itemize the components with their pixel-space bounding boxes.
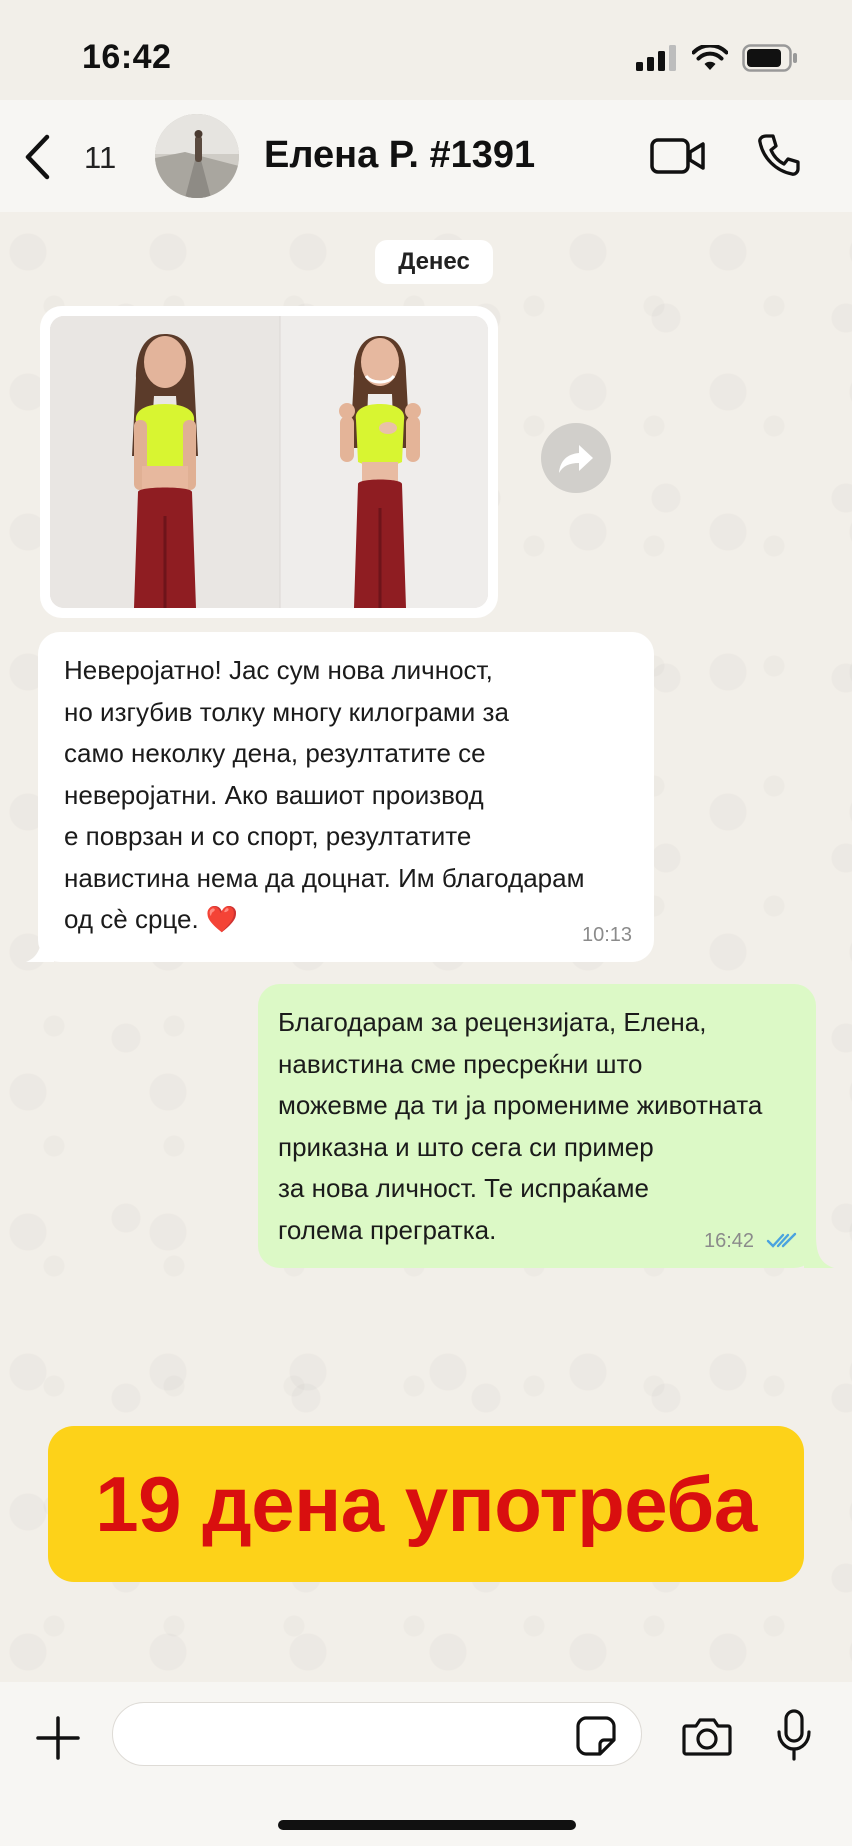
unread-count[interactable]: 11: [84, 140, 116, 176]
back-chevron-icon[interactable]: [22, 134, 52, 180]
usage-banner: 19 дена употреба: [48, 1426, 804, 1582]
image-message[interactable]: [40, 306, 498, 618]
message-input[interactable]: [112, 1702, 642, 1766]
outgoing-message[interactable]: Благодарам за рецензијата, Елена, навист…: [258, 984, 816, 1268]
wifi-icon: [692, 45, 728, 70]
status-icons: [636, 44, 798, 72]
forward-button[interactable]: [541, 423, 611, 493]
home-indicator: [278, 1820, 576, 1830]
read-receipt-icon: [766, 1232, 797, 1248]
forward-arrow-icon: [559, 445, 593, 473]
signal-icon: [636, 45, 676, 71]
phone-call-icon[interactable]: [756, 132, 802, 178]
outgoing-message-time: 16:42: [704, 1230, 755, 1252]
incoming-message-time: 10:13: [582, 924, 633, 946]
incoming-message-text: Неверојатно! Јас сум нова личност, но из…: [64, 655, 585, 934]
chat-header: 11 Елена Р. #1391: [0, 100, 852, 212]
video-call-icon[interactable]: [650, 136, 706, 176]
status-time: 16:42: [82, 38, 172, 76]
contact-name[interactable]: Елена Р. #1391: [264, 134, 535, 177]
microphone-icon[interactable]: [776, 1708, 812, 1762]
plus-icon[interactable]: [36, 1716, 80, 1760]
before-after-photo[interactable]: [50, 316, 488, 608]
camera-icon[interactable]: [682, 1716, 732, 1756]
sticker-icon[interactable]: [576, 1716, 616, 1756]
date-separator: Денес: [375, 240, 493, 284]
battery-icon: [742, 44, 797, 72]
outgoing-message-text: Благодарам за рецензијата, Елена, навист…: [278, 1007, 763, 1245]
incoming-message[interactable]: Неверојатно! Јас сум нова личност, но из…: [38, 632, 654, 962]
avatar[interactable]: [155, 114, 239, 198]
